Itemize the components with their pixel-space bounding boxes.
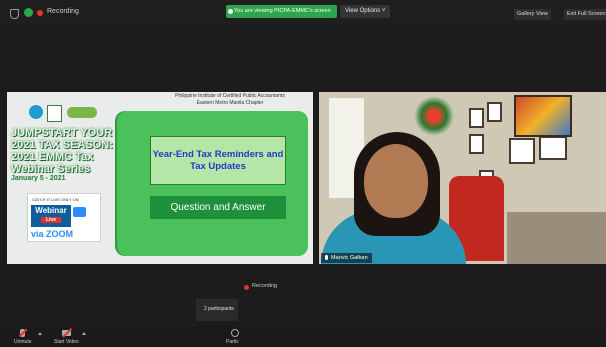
speaker-video-tile[interactable]: Marivic Galban — [319, 92, 606, 264]
meeting-toolbar — [0, 326, 606, 347]
badge-webinar-text: Webinar — [35, 206, 67, 215]
speaker-name-tag: Marivic Galban — [321, 253, 372, 263]
record-icon — [244, 285, 249, 290]
participants-button[interactable]: Partic — [226, 339, 239, 345]
badge-live-text: Live — [41, 217, 61, 223]
viewing-screen-banner: You are viewing PICPA-EMMC's screen — [226, 5, 337, 18]
badge-platform-text: via ZOOM — [31, 229, 74, 239]
chevron-up-icon[interactable] — [82, 332, 86, 335]
headline-line4: Webinar Series — [11, 163, 91, 175]
encryption-icon[interactable] — [24, 8, 33, 17]
topic-box-2: Question and Answer — [150, 196, 286, 219]
slide-header: Philippine Institute of Certified Public… — [147, 93, 313, 106]
gallery-view-button[interactable]: Gallery View — [514, 9, 551, 20]
participants-icon[interactable] — [231, 329, 239, 337]
viewing-screen-text: You are viewing PICPA-EMMC's screen — [234, 8, 331, 14]
meeting-recording-label: Recording — [252, 283, 278, 289]
zoom-camera-icon — [73, 207, 86, 217]
speaker-face — [364, 144, 428, 218]
wall-certificate — [469, 108, 484, 128]
desk-items — [507, 212, 606, 264]
recording-label: Recording — [47, 8, 79, 15]
sponsor-logo — [67, 107, 97, 118]
topic-box-1: Year-End Tax Reminders and Tax Updates — [150, 136, 286, 185]
shield-icon[interactable] — [10, 9, 19, 19]
flower-arrangement — [414, 96, 454, 136]
view-options-button[interactable]: View Options ˅ — [340, 5, 391, 18]
headline-line1: JUMPSTART YOUR — [11, 127, 113, 139]
start-video-button[interactable]: Start Video — [54, 339, 79, 345]
wall-certificate — [509, 138, 535, 164]
webinar-badge: CATCH IT LIVE ONLY ON Webinar Live via Z… — [27, 193, 101, 242]
picpa-logo — [29, 105, 43, 119]
unmute-button[interactable]: Unmute — [14, 339, 32, 345]
participants-count: 2 participants — [204, 306, 234, 312]
wall-certificate — [487, 102, 502, 122]
dot-icon — [228, 9, 233, 14]
slide-dates: January 5 - 2021 — [11, 175, 66, 182]
wall-painting — [514, 95, 572, 137]
speaker-name: Marivic Galban — [331, 255, 368, 261]
headline-line2: 2021 TAX SEASON: — [11, 139, 113, 151]
badge-top-text: CATCH IT LIVE ONLY ON — [32, 197, 79, 202]
slide-header-line2: Eastern Metro Manila Chapter — [196, 99, 264, 106]
microphone-icon — [325, 255, 328, 261]
chevron-up-icon[interactable] — [38, 332, 42, 335]
shared-screen-slide: Philippine Institute of Certified Public… — [7, 92, 313, 264]
wall-certificate — [469, 134, 484, 154]
chapter-logo — [47, 105, 62, 122]
headline-line3: 2021 EMMC Tax — [11, 151, 94, 163]
record-icon — [37, 10, 43, 16]
slide-headline: JUMPSTART YOUR 2021 TAX SEASON: 2021 EMM… — [11, 127, 113, 175]
wall-certificate — [539, 136, 567, 160]
webinar-live-label: Webinar Live — [31, 205, 71, 227]
exit-full-screen-button[interactable]: Exit Full Screen — [564, 9, 606, 20]
